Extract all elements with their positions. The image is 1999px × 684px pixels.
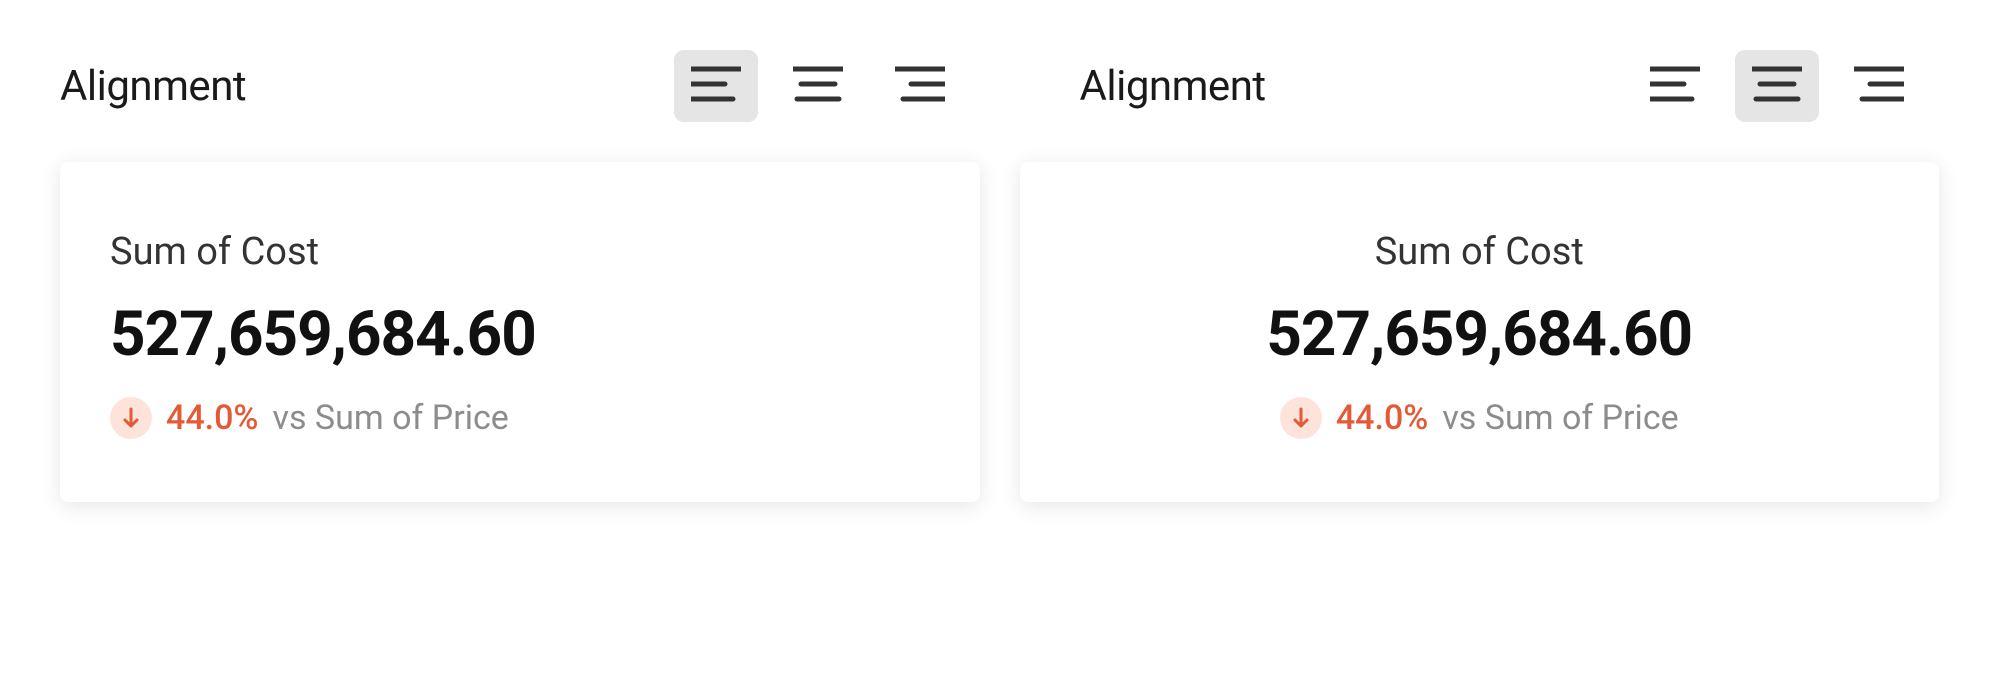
align-left-icon [1650,65,1700,107]
align-right-icon [895,65,945,107]
kpi-title: Sum of Cost [110,230,319,274]
alignment-header-right: Alignment [1020,50,1940,122]
kpi-value: 527,659,684.60 [110,298,536,371]
kpi-delta-pct: 44.0% [1336,398,1428,438]
align-center-button[interactable] [776,50,860,122]
panel-left: Alignment [60,50,980,502]
align-right-button[interactable] [1837,50,1921,122]
kpi-delta-row: 44.0% vs Sum of Price [110,397,509,439]
kpi-card-center: Sum of Cost 527,659,684.60 44.0% vs Sum … [1020,162,1940,502]
panel-right: Alignment [1020,50,1940,502]
kpi-value: 527,659,684.60 [1266,298,1692,371]
align-right-icon [1854,65,1904,107]
kpi-delta-row: 44.0% vs Sum of Price [1280,397,1679,439]
align-left-button[interactable] [674,50,758,122]
kpi-title: Sum of Cost [1375,230,1584,274]
align-center-icon [1752,65,1802,107]
alignment-button-group [674,50,962,122]
align-right-button[interactable] [878,50,962,122]
alignment-label: Alignment [1080,62,1266,111]
kpi-delta-compare: vs Sum of Price [1442,398,1678,438]
align-center-button[interactable] [1735,50,1819,122]
kpi-delta-pct: 44.0% [166,398,258,438]
alignment-button-group [1633,50,1921,122]
align-left-button[interactable] [1633,50,1717,122]
align-center-icon [793,65,843,107]
arrow-down-icon [110,397,152,439]
alignment-label: Alignment [60,62,246,111]
align-left-icon [691,65,741,107]
arrow-down-icon [1280,397,1322,439]
alignment-header-left: Alignment [60,50,980,122]
kpi-delta-compare: vs Sum of Price [272,398,508,438]
kpi-card-left: Sum of Cost 527,659,684.60 44.0% vs Sum … [60,162,980,502]
